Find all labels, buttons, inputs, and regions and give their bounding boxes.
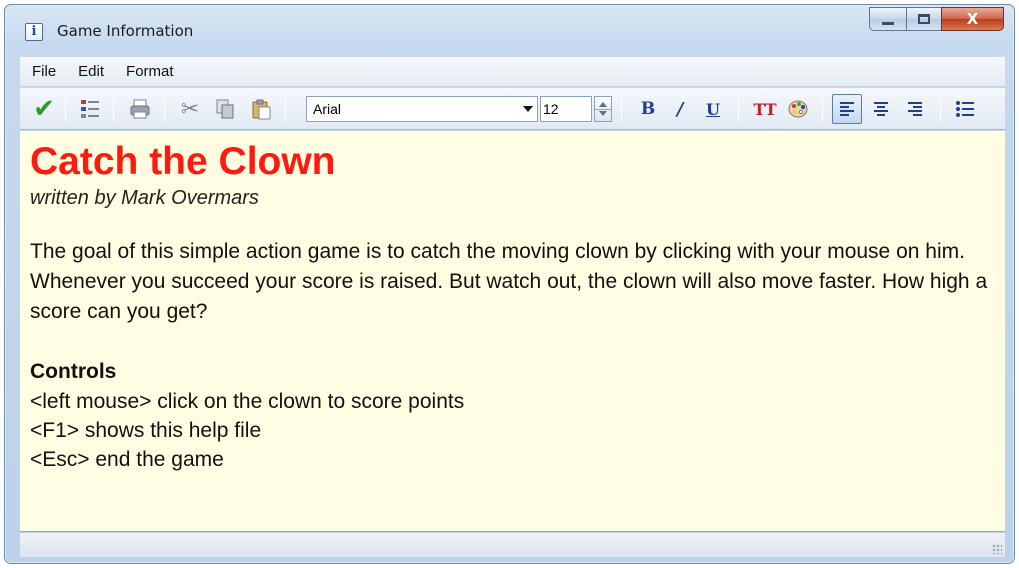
font-size-value: 12 (543, 101, 559, 117)
game-author: written by Mark Overmars (30, 187, 259, 209)
toolbar-separator (822, 97, 823, 121)
toolbar-separator (113, 97, 114, 121)
rich-text-editor[interactable]: Catch the Clown written by Mark Overmars… (20, 131, 1005, 532)
status-bar (20, 533, 1005, 557)
close-button[interactable]: X (941, 7, 1004, 31)
controls-heading: Controls (30, 360, 117, 383)
menu-file[interactable]: File (32, 63, 56, 80)
chevron-down-icon (523, 106, 533, 112)
align-left-icon[interactable] (832, 94, 862, 124)
list-icon[interactable] (75, 94, 105, 124)
underline-icon[interactable]: U (698, 94, 728, 124)
copy-icon[interactable] (210, 94, 240, 124)
font-name-select[interactable]: Arial (306, 96, 538, 122)
toolbar: ✔ ✂ Arial 12 B / U TT (20, 88, 1005, 130)
toolbar-separator (65, 97, 66, 121)
game-title: Catch the Clown (30, 140, 336, 183)
align-right-icon[interactable] (900, 94, 930, 124)
align-center-icon[interactable] (866, 94, 896, 124)
menu-bar: File Edit Format (20, 57, 1005, 87)
bullet-list-icon[interactable] (950, 94, 980, 124)
minimize-icon (882, 21, 894, 25)
check-icon[interactable]: ✔ (30, 94, 58, 124)
control-line: <F1> shows this help file (30, 419, 262, 442)
toolbar-separator (164, 97, 165, 121)
maximize-icon (918, 14, 930, 24)
game-information-window: i Game Information X File Edit Format ✔ (4, 4, 1015, 564)
italic-icon[interactable]: / (665, 94, 695, 124)
bold-icon[interactable]: B (633, 94, 663, 124)
font-size-spinner[interactable] (594, 96, 612, 122)
spinner-divider (595, 109, 611, 110)
toolbar-separator (285, 97, 286, 121)
print-icon[interactable] (125, 94, 155, 124)
window-title: Game Information (57, 22, 194, 40)
game-description: The goal of this simple action game is t… (30, 240, 988, 323)
spin-down-icon[interactable] (599, 111, 607, 116)
info-icon: i (25, 23, 43, 41)
close-icon: X (966, 10, 979, 28)
minimize-button[interactable] (869, 7, 907, 31)
resize-grip-icon[interactable] (992, 544, 1002, 554)
toolbar-separator (940, 97, 941, 121)
paste-icon[interactable] (246, 94, 276, 124)
control-line: <Esc> end the game (30, 448, 224, 471)
color-palette-icon[interactable] (783, 94, 813, 124)
spin-up-icon[interactable] (599, 102, 607, 107)
font-size-icon[interactable]: TT (750, 94, 780, 124)
menu-format[interactable]: Format (126, 63, 174, 80)
control-line: <left mouse> click on the clown to score… (30, 390, 465, 413)
cut-icon[interactable]: ✂ (175, 94, 205, 124)
menu-edit[interactable]: Edit (78, 63, 104, 80)
title-bar[interactable]: i Game Information X (5, 5, 1014, 53)
toolbar-separator (621, 97, 622, 121)
font-size-input[interactable]: 12 (540, 96, 592, 122)
maximize-button[interactable] (906, 7, 942, 31)
toolbar-separator (738, 97, 739, 121)
font-name-value: Arial (313, 101, 342, 117)
